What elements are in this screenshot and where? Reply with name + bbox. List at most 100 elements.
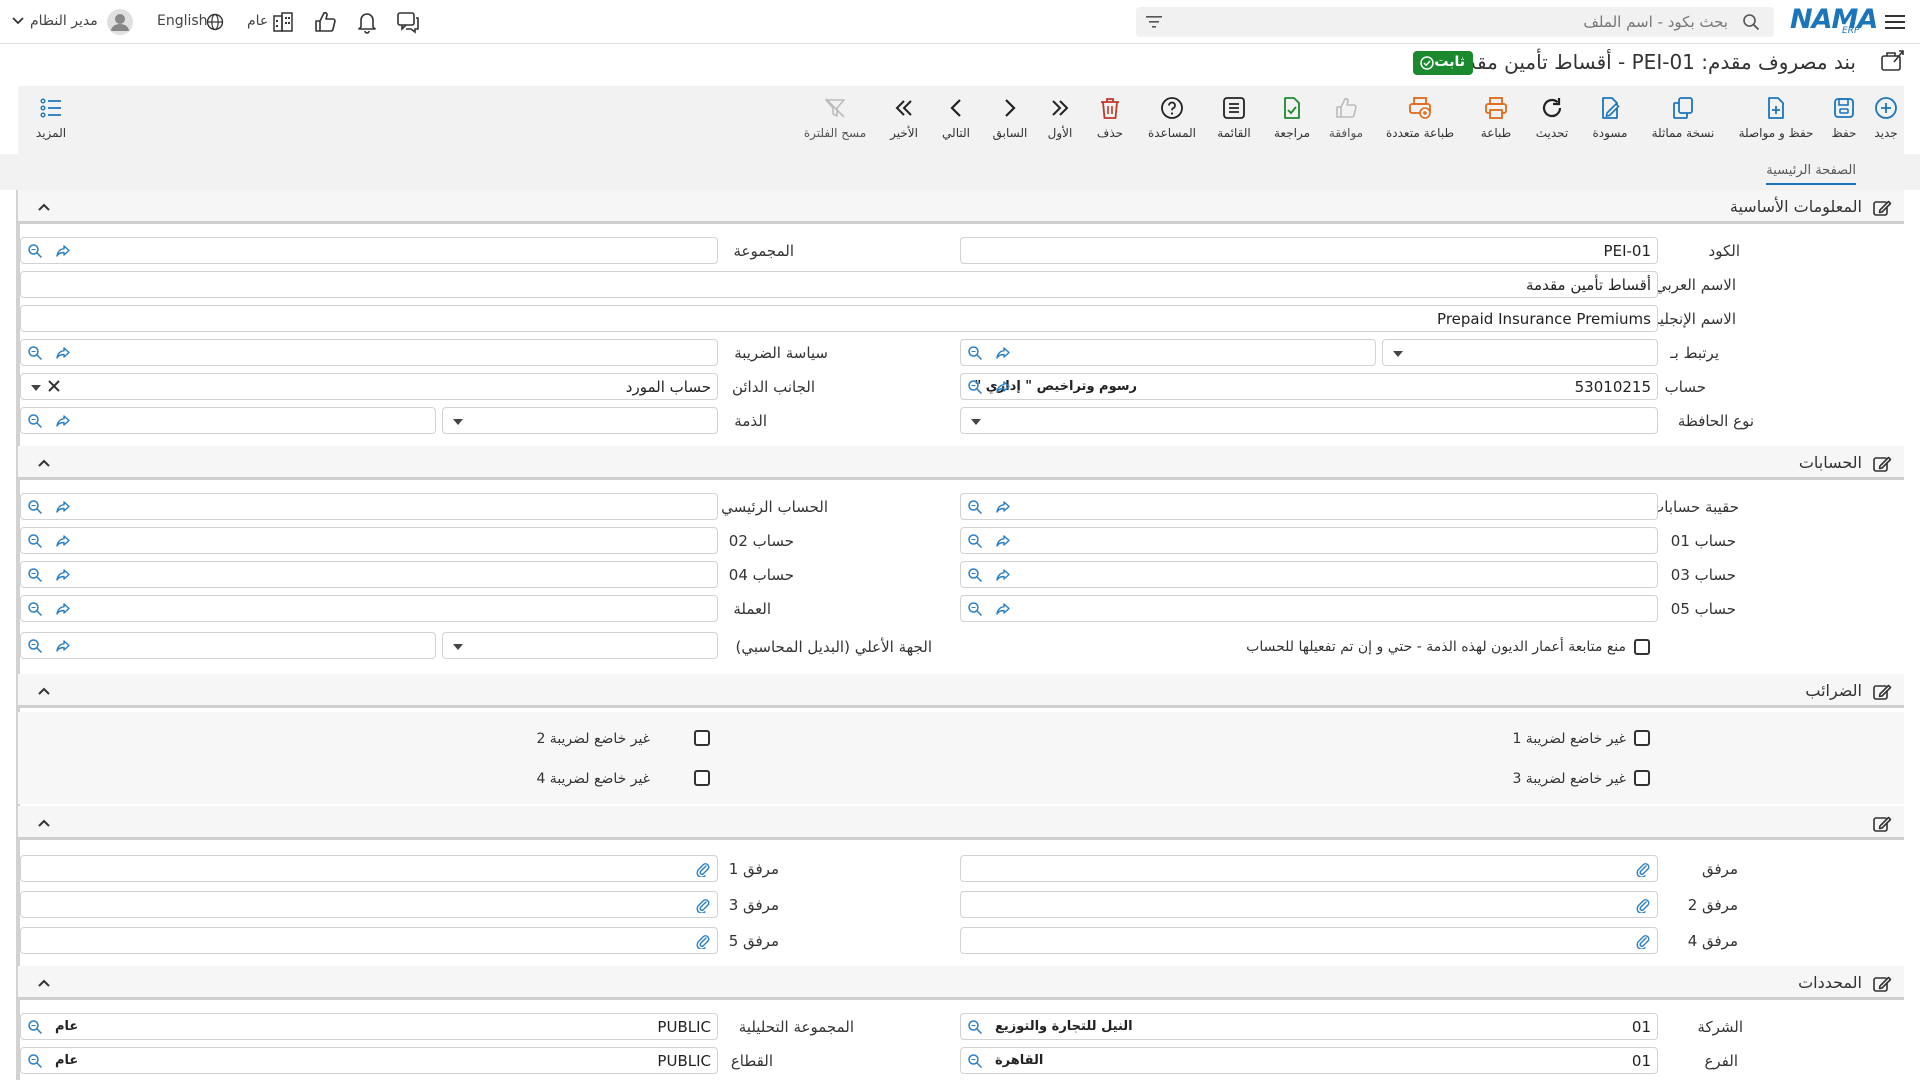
share-arrow-icon[interactable] xyxy=(55,601,71,617)
paperclip-icon[interactable] xyxy=(1635,861,1651,877)
tax4-exempt-checkbox[interactable] xyxy=(694,770,710,786)
share-arrow-icon[interactable] xyxy=(55,533,71,549)
share-arrow-icon[interactable] xyxy=(995,345,1011,361)
more-button[interactable]: المزيد xyxy=(28,86,74,154)
wallet-type-dropdown[interactable] xyxy=(960,407,1658,434)
user-avatar-icon[interactable] xyxy=(107,9,133,35)
chat-icon[interactable] xyxy=(396,10,420,34)
share-arrow-icon[interactable] xyxy=(55,638,71,654)
filter-lines-icon[interactable] xyxy=(1146,15,1162,29)
arabic-name-field[interactable]: أقساط تأمين مقدمة xyxy=(20,271,1658,298)
refresh-button[interactable]: تحديث xyxy=(1532,86,1572,154)
nama-erp-logo[interactable]: NAMA ERP xyxy=(1790,4,1878,38)
chevron-up-icon[interactable] xyxy=(36,200,52,214)
section-header-basic-info[interactable]: المعلومات الأساسية xyxy=(18,190,1904,224)
previous-button[interactable]: السابق xyxy=(990,86,1030,154)
search-lookup-icon[interactable] xyxy=(27,499,43,515)
search-lookup-icon[interactable] xyxy=(27,601,43,617)
section-header-accounts[interactable]: الحسابات xyxy=(18,446,1904,480)
search-lookup-icon[interactable] xyxy=(967,533,983,549)
prevent-aging-checkbox[interactable] xyxy=(1634,639,1650,655)
sector-field[interactable]: PUBLIC عام xyxy=(20,1047,718,1074)
section-header-taxes[interactable]: الضرائب xyxy=(18,674,1904,708)
approve-button[interactable]: موافقة xyxy=(1326,86,1366,154)
paperclip-icon[interactable] xyxy=(1635,897,1651,913)
code-field[interactable]: PEI-01 xyxy=(960,237,1658,264)
tab-main-page[interactable]: الصفحة الرئيسية xyxy=(1766,163,1856,185)
section-header-attachments[interactable] xyxy=(18,806,1904,840)
analytic-group-field[interactable]: PUBLIC عام xyxy=(20,1013,718,1040)
group-field[interactable] xyxy=(20,237,718,264)
attachment-1-field[interactable] xyxy=(20,855,718,882)
attachment-2-field[interactable] xyxy=(960,891,1658,918)
search-lookup-icon[interactable] xyxy=(967,601,983,617)
credit-side-select[interactable]: حساب المورد xyxy=(20,373,718,400)
search-input[interactable]: بحث بكود - اسم الملف xyxy=(1136,7,1774,37)
search-lookup-icon[interactable] xyxy=(27,413,43,429)
globe-icon[interactable] xyxy=(206,13,224,31)
chevron-down-icon[interactable] xyxy=(12,17,24,25)
accounts-bag-field[interactable] xyxy=(960,493,1658,520)
linked-to-field[interactable] xyxy=(960,339,1376,366)
search-lookup-icon[interactable] xyxy=(27,1019,43,1035)
edit-icon[interactable] xyxy=(1872,682,1892,702)
last-button[interactable]: الأخير xyxy=(884,86,924,154)
paperclip-icon[interactable] xyxy=(695,861,711,877)
search-lookup-icon[interactable] xyxy=(27,243,43,259)
share-arrow-icon[interactable] xyxy=(995,601,1011,617)
chevron-up-icon[interactable] xyxy=(36,976,52,990)
tax2-exempt-checkbox[interactable] xyxy=(694,730,710,746)
paperclip-icon[interactable] xyxy=(695,933,711,949)
tax-policy-field[interactable] xyxy=(20,339,718,366)
higher-entity-type-dropdown[interactable] xyxy=(442,632,718,659)
search-lookup-icon[interactable] xyxy=(967,567,983,583)
save-button[interactable]: حفظ xyxy=(1826,86,1862,154)
attachment-4-field[interactable] xyxy=(960,927,1658,954)
account-field[interactable]: 53010215 رسوم وتراخيص " إداري " xyxy=(960,373,1658,400)
tax3-exempt-checkbox[interactable] xyxy=(1634,770,1650,786)
share-arrow-icon[interactable] xyxy=(995,567,1011,583)
liability-field[interactable] xyxy=(20,407,436,434)
first-button[interactable]: الأول xyxy=(1042,86,1078,154)
print-button[interactable]: طباعة xyxy=(1476,86,1516,154)
account-02-field[interactable] xyxy=(20,527,718,554)
linked-to-type-dropdown[interactable] xyxy=(1382,339,1658,366)
buildings-icon[interactable] xyxy=(272,11,294,33)
share-arrow-icon[interactable] xyxy=(995,533,1011,549)
paperclip-icon[interactable] xyxy=(695,897,711,913)
account-05-field[interactable] xyxy=(960,595,1658,622)
search-lookup-icon[interactable] xyxy=(27,345,43,361)
scope-label[interactable]: عام xyxy=(247,13,268,29)
bell-icon[interactable] xyxy=(355,10,379,34)
search-lookup-icon[interactable] xyxy=(27,533,43,549)
share-arrow-icon[interactable] xyxy=(995,379,1011,395)
search-lookup-icon[interactable] xyxy=(27,638,43,654)
paperclip-icon[interactable] xyxy=(1635,933,1651,949)
search-lookup-icon[interactable] xyxy=(967,499,983,515)
search-lookup-icon[interactable] xyxy=(967,345,983,361)
account-01-field[interactable] xyxy=(960,527,1658,554)
search-lookup-icon[interactable] xyxy=(967,1053,983,1069)
share-arrow-icon[interactable] xyxy=(55,413,71,429)
english-name-field[interactable]: Prepaid Insurance Premiums xyxy=(20,305,1658,332)
new-button[interactable]: جديد xyxy=(1868,86,1904,154)
draft-button[interactable]: مسودة xyxy=(1588,86,1632,154)
branch-field[interactable]: 01 القاهرة xyxy=(960,1047,1658,1074)
search-lookup-icon[interactable] xyxy=(27,1053,43,1069)
chevron-up-icon[interactable] xyxy=(36,816,52,830)
thumbs-up-icon[interactable] xyxy=(313,10,337,34)
share-arrow-icon[interactable] xyxy=(55,499,71,515)
section-header-dimensions[interactable]: المحددات xyxy=(18,966,1904,1000)
clear-filter-button[interactable]: مسح الفلترة xyxy=(800,86,870,154)
share-arrow-icon[interactable] xyxy=(55,345,71,361)
higher-entity-field[interactable] xyxy=(20,632,436,659)
user-name[interactable]: مدير النظام xyxy=(30,13,98,29)
save-continue-button[interactable]: حفظ و مواصلة xyxy=(1736,86,1816,154)
review-button[interactable]: مراجعة xyxy=(1272,86,1312,154)
edit-icon[interactable] xyxy=(1872,814,1892,834)
chevron-up-icon[interactable] xyxy=(36,684,52,698)
search-lookup-icon[interactable] xyxy=(967,1019,983,1035)
delete-button[interactable]: حذف xyxy=(1092,86,1128,154)
dropdown-caret-icon[interactable] xyxy=(31,385,41,391)
chevron-up-icon[interactable] xyxy=(36,456,52,470)
